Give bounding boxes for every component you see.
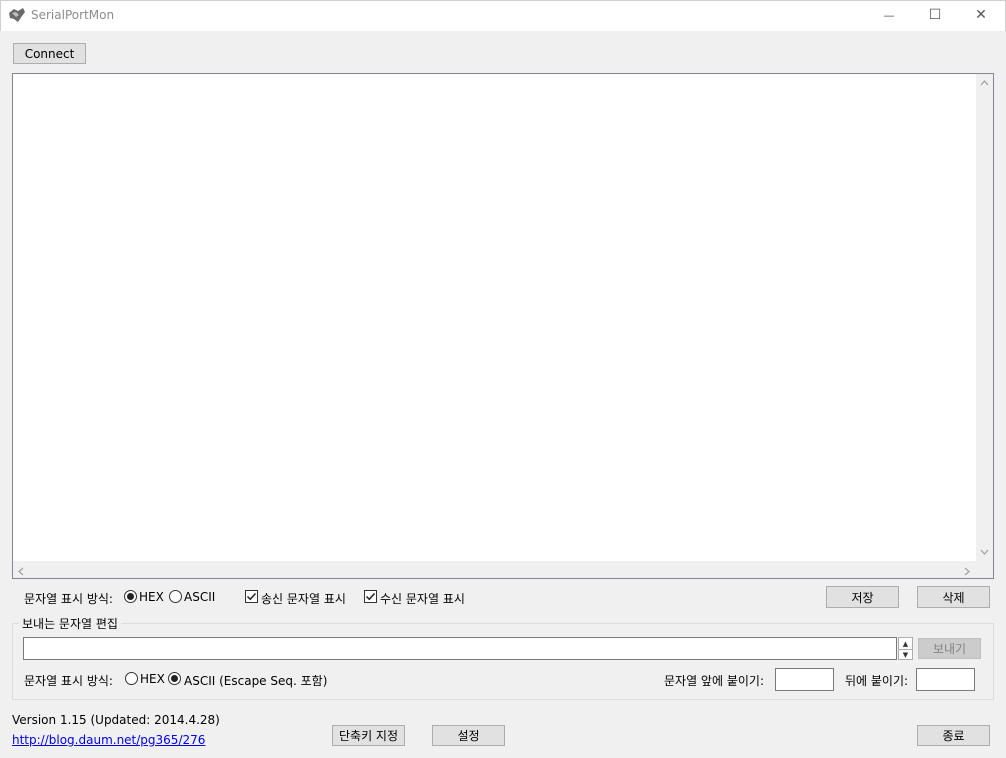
horizontal-scrollbar[interactable] bbox=[13, 561, 976, 578]
display-hex-radio[interactable] bbox=[124, 590, 137, 603]
history-spinner[interactable]: ▲ ▼ bbox=[898, 637, 913, 660]
checkmark-icon bbox=[365, 592, 376, 601]
prefix-label: 문자열 앞에 붙이기: bbox=[664, 674, 764, 688]
save-button[interactable]: 저장 bbox=[826, 586, 899, 608]
maximize-icon: ☐ bbox=[928, 7, 942, 23]
prefix-input[interactable] bbox=[775, 668, 834, 691]
show-sent-checkbox[interactable] bbox=[245, 590, 258, 603]
display-ascii-radio[interactable] bbox=[169, 590, 182, 603]
scroll-left-icon[interactable] bbox=[18, 565, 24, 579]
send-ascii-radio[interactable] bbox=[168, 672, 181, 685]
display-format-label: 문자열 표시 방식: bbox=[24, 592, 113, 606]
send-group-title: 보내는 문자열 편집 bbox=[19, 615, 121, 632]
version-text: Version 1.15 (Updated: 2014.4.28) bbox=[12, 713, 220, 727]
shortcut-button[interactable]: 단축키 지정 bbox=[332, 725, 405, 746]
title-bar[interactable] bbox=[0, 0, 1006, 31]
display-ascii-label[interactable]: ASCII bbox=[184, 590, 215, 604]
suffix-input[interactable] bbox=[916, 668, 975, 691]
close-button[interactable]: ✕ bbox=[958, 0, 1004, 30]
scroll-up-icon[interactable] bbox=[980, 79, 989, 89]
close-icon: ✕ bbox=[975, 7, 987, 23]
spin-down-icon[interactable]: ▼ bbox=[899, 649, 912, 660]
scroll-down-icon[interactable] bbox=[980, 548, 989, 558]
display-hex-label[interactable]: HEX bbox=[139, 590, 164, 604]
show-received-checkbox[interactable] bbox=[364, 590, 377, 603]
connect-button[interactable]: Connect bbox=[13, 43, 86, 64]
send-button[interactable]: 보내기 bbox=[918, 638, 981, 659]
show-sent-label[interactable]: 송신 문자열 표시 bbox=[261, 590, 346, 607]
log-output-area[interactable] bbox=[12, 73, 994, 579]
send-format-label: 문자열 표시 방식: bbox=[24, 674, 113, 688]
maximize-button[interactable]: ☐ bbox=[912, 0, 958, 30]
send-ascii-label[interactable]: ASCII (Escape Seq. 포함) bbox=[184, 672, 327, 689]
send-string-input[interactable] bbox=[23, 637, 897, 660]
send-hex-radio[interactable] bbox=[125, 672, 138, 685]
homepage-link[interactable]: http://blog.daum.net/pg365/276 bbox=[12, 733, 205, 747]
radio-selected-dot bbox=[127, 593, 134, 600]
minimize-button[interactable]: — bbox=[866, 0, 912, 30]
show-received-label[interactable]: 수신 문자열 표시 bbox=[380, 590, 465, 607]
window-title: SerialPortMon bbox=[31, 8, 115, 22]
scroll-corner bbox=[976, 561, 993, 578]
spin-up-icon[interactable]: ▲ bbox=[899, 638, 912, 649]
exit-button[interactable]: 종료 bbox=[917, 725, 990, 746]
settings-button[interactable]: 설정 bbox=[432, 725, 505, 746]
delete-button[interactable]: 삭제 bbox=[917, 586, 990, 608]
app-icon bbox=[9, 8, 25, 22]
vertical-scrollbar[interactable] bbox=[976, 74, 993, 561]
send-hex-label[interactable]: HEX bbox=[140, 672, 165, 686]
checkmark-icon bbox=[246, 592, 257, 601]
suffix-label: 뒤에 붙이기: bbox=[845, 674, 909, 688]
scroll-right-icon[interactable] bbox=[964, 565, 970, 579]
minimize-icon: — bbox=[883, 8, 895, 22]
radio-selected-dot bbox=[171, 675, 178, 682]
